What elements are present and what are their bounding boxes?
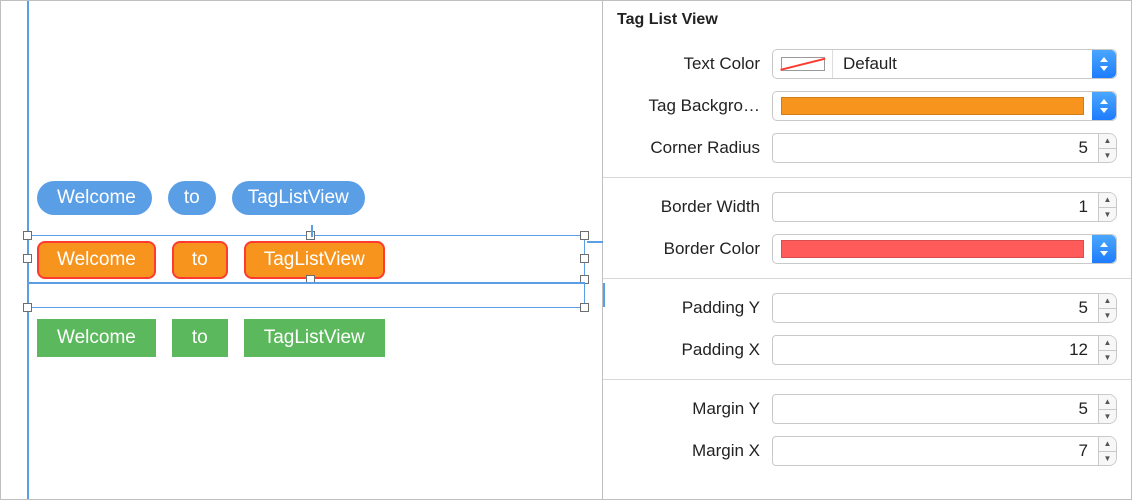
tag: TagListView [232, 181, 365, 215]
tag: TagListView [244, 319, 385, 357]
label-tag-background: Tag Backgro… [617, 96, 772, 116]
label-margin-x: Margin X [617, 441, 772, 461]
constraint-line [587, 241, 603, 243]
chevron-up-icon[interactable]: ▲ [1099, 134, 1116, 148]
chevron-up-down-icon[interactable] [1092, 92, 1116, 120]
margin-y-input[interactable] [772, 394, 1099, 424]
corner-radius-stepper[interactable]: ▲ ▼ [1099, 133, 1117, 163]
chevron-down-icon[interactable]: ▼ [1099, 350, 1116, 365]
tag-row-orange[interactable]: Welcome to TagListView [37, 241, 385, 279]
resize-handle[interactable] [580, 303, 589, 312]
padding-y-input[interactable] [772, 293, 1099, 323]
chevron-up-icon[interactable]: ▲ [1099, 395, 1116, 409]
padding-x-stepper[interactable]: ▲ ▼ [1099, 335, 1117, 365]
border-width-input[interactable] [772, 192, 1099, 222]
ib-canvas[interactable]: Welcome to TagListView Welcome to TagLis… [1, 1, 603, 499]
tag-row-blue: Welcome to TagListView [37, 181, 365, 215]
tag: to [168, 181, 216, 215]
tag-row-green: Welcome to TagListView [37, 319, 385, 357]
chevron-up-down-icon[interactable] [1092, 235, 1116, 263]
tag-background-colorwell[interactable] [772, 91, 1117, 121]
label-padding-y: Padding Y [617, 298, 772, 318]
text-color-swatch[interactable] [773, 50, 833, 78]
chevron-down-icon[interactable]: ▼ [1099, 409, 1116, 424]
text-color-combo[interactable]: Default [772, 49, 1117, 79]
inspector-panel: Tag List View Text Color Default [603, 1, 1131, 499]
tag: Welcome [37, 241, 156, 279]
chevron-up-icon[interactable]: ▲ [1099, 336, 1116, 350]
border-width-stepper[interactable]: ▲ ▼ [1099, 192, 1117, 222]
margin-x-stepper[interactable]: ▲ ▼ [1099, 436, 1117, 466]
label-text-color: Text Color [617, 54, 772, 74]
chevron-up-icon[interactable]: ▲ [1099, 193, 1116, 207]
chevron-down-icon[interactable]: ▼ [1099, 308, 1116, 323]
label-border-color: Border Color [617, 239, 772, 259]
chevron-up-icon[interactable]: ▲ [1099, 294, 1116, 308]
corner-radius-input[interactable] [772, 133, 1099, 163]
chevron-down-icon[interactable]: ▼ [1099, 451, 1116, 466]
border-color-colorwell[interactable] [772, 234, 1117, 264]
chevron-up-icon[interactable]: ▲ [1099, 437, 1116, 451]
chevron-down-icon[interactable]: ▼ [1099, 207, 1116, 222]
tag: Welcome [37, 319, 156, 357]
padding-y-stepper[interactable]: ▲ ▼ [1099, 293, 1117, 323]
margin-x-input[interactable] [772, 436, 1099, 466]
tag: to [172, 319, 228, 357]
label-margin-y: Margin Y [617, 399, 772, 419]
color-swatch [781, 240, 1084, 258]
tag: TagListView [244, 241, 385, 279]
resize-handle[interactable] [580, 231, 589, 240]
label-border-width: Border Width [617, 197, 772, 217]
padding-x-input[interactable] [772, 335, 1099, 365]
inspector-title: Tag List View [603, 1, 1131, 35]
color-swatch [781, 97, 1084, 115]
chevron-up-down-icon[interactable] [1092, 50, 1116, 78]
guide-vertical [27, 1, 29, 499]
tag: to [172, 241, 228, 279]
chevron-down-icon[interactable]: ▼ [1099, 148, 1116, 163]
text-color-value: Default [833, 50, 1092, 78]
tag: Welcome [37, 181, 152, 215]
margin-y-stepper[interactable]: ▲ ▼ [1099, 394, 1117, 424]
label-corner-radius: Corner Radius [617, 138, 772, 158]
resize-handle[interactable] [580, 254, 589, 263]
label-padding-x: Padding X [617, 340, 772, 360]
constraint-line [603, 283, 605, 307]
constraint-line [311, 225, 313, 237]
constraint-line [27, 282, 585, 284]
